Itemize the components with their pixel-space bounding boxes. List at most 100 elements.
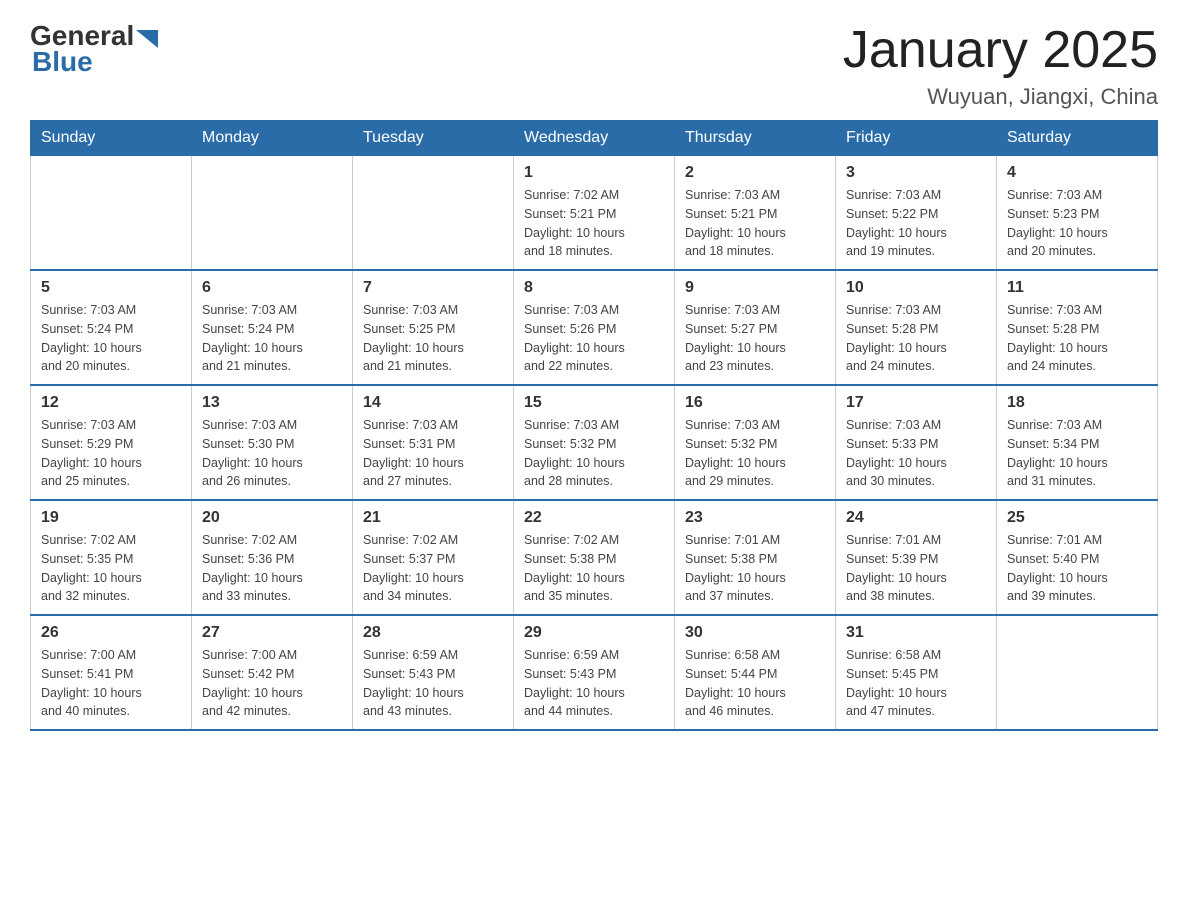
calendar-week-row: 12 Sunrise: 7:03 AM Sunset: 5:29 PM Dayli…	[31, 385, 1158, 500]
day-info: Sunrise: 7:03 AM Sunset: 5:32 PM Dayligh…	[524, 416, 664, 491]
day-info: Sunrise: 7:02 AM Sunset: 5:37 PM Dayligh…	[363, 531, 503, 606]
day-number: 8	[524, 279, 664, 297]
calendar-cell: 29 Sunrise: 6:59 AM Sunset: 5:43 PM Dayli…	[514, 615, 675, 730]
day-info: Sunrise: 7:03 AM Sunset: 5:31 PM Dayligh…	[363, 416, 503, 491]
day-number: 2	[685, 164, 825, 182]
calendar-cell: 25 Sunrise: 7:01 AM Sunset: 5:40 PM Dayli…	[997, 500, 1158, 615]
day-number: 20	[202, 509, 342, 527]
day-number: 29	[524, 624, 664, 642]
calendar-cell: 2Sunrise: 7:03 AM Sunset: 5:21 PM Daylig…	[675, 156, 836, 271]
day-info: Sunrise: 7:02 AM Sunset: 5:21 PM Dayligh…	[524, 186, 664, 261]
calendar-title-block: January 2025 Wuyuan, Jiangxi, China	[843, 20, 1158, 110]
calendar-cell: 13 Sunrise: 7:03 AM Sunset: 5:30 PM Dayli…	[192, 385, 353, 500]
calendar-cell: 5Sunrise: 7:03 AM Sunset: 5:24 PM Daylig…	[31, 270, 192, 385]
calendar-cell: 11 Sunrise: 7:03 AM Sunset: 5:28 PM Dayli…	[997, 270, 1158, 385]
weekday-header-saturday: Saturday	[997, 121, 1158, 156]
calendar-cell	[31, 156, 192, 271]
calendar-table: SundayMondayTuesdayWednesdayThursdayFrid…	[30, 120, 1158, 731]
day-number: 30	[685, 624, 825, 642]
calendar-cell	[353, 156, 514, 271]
weekday-header-monday: Monday	[192, 121, 353, 156]
calendar-cell: 10 Sunrise: 7:03 AM Sunset: 5:28 PM Dayli…	[836, 270, 997, 385]
calendar-cell: 26 Sunrise: 7:00 AM Sunset: 5:41 PM Dayli…	[31, 615, 192, 730]
day-info: Sunrise: 7:03 AM Sunset: 5:30 PM Dayligh…	[202, 416, 342, 491]
calendar-week-row: 19 Sunrise: 7:02 AM Sunset: 5:35 PM Dayli…	[31, 500, 1158, 615]
day-info: Sunrise: 6:59 AM Sunset: 5:43 PM Dayligh…	[363, 646, 503, 721]
day-info: Sunrise: 7:03 AM Sunset: 5:33 PM Dayligh…	[846, 416, 986, 491]
calendar-cell: 9Sunrise: 7:03 AM Sunset: 5:27 PM Daylig…	[675, 270, 836, 385]
calendar-cell: 4Sunrise: 7:03 AM Sunset: 5:23 PM Daylig…	[997, 156, 1158, 271]
day-info: Sunrise: 6:59 AM Sunset: 5:43 PM Dayligh…	[524, 646, 664, 721]
calendar-cell: 14 Sunrise: 7:03 AM Sunset: 5:31 PM Dayli…	[353, 385, 514, 500]
calendar-cell: 8 Sunrise: 7:03 AM Sunset: 5:26 PM Daylig…	[514, 270, 675, 385]
day-number: 14	[363, 394, 503, 412]
calendar-cell: 1 Sunrise: 7:02 AM Sunset: 5:21 PM Daylig…	[514, 156, 675, 271]
page-header: General Blue January 2025 Wuyuan, Jiangx…	[30, 20, 1158, 110]
calendar-cell: 15 Sunrise: 7:03 AM Sunset: 5:32 PM Dayli…	[514, 385, 675, 500]
day-info: Sunrise: 7:03 AM Sunset: 5:23 PM Dayligh…	[1007, 186, 1147, 261]
day-info: Sunrise: 7:01 AM Sunset: 5:39 PM Dayligh…	[846, 531, 986, 606]
day-number: 3	[846, 164, 986, 182]
day-number: 16	[685, 394, 825, 412]
day-number: 25	[1007, 509, 1147, 527]
day-number: 15	[524, 394, 664, 412]
day-number: 18	[1007, 394, 1147, 412]
calendar-week-row: 1 Sunrise: 7:02 AM Sunset: 5:21 PM Daylig…	[31, 156, 1158, 271]
logo: General Blue	[30, 20, 158, 78]
day-info: Sunrise: 7:03 AM Sunset: 5:26 PM Dayligh…	[524, 301, 664, 376]
day-number: 28	[363, 624, 503, 642]
day-info: Sunrise: 7:03 AM Sunset: 5:29 PM Dayligh…	[41, 416, 181, 491]
calendar-cell: 21 Sunrise: 7:02 AM Sunset: 5:37 PM Dayli…	[353, 500, 514, 615]
calendar-cell: 6 Sunrise: 7:03 AM Sunset: 5:24 PM Daylig…	[192, 270, 353, 385]
day-info: Sunrise: 7:01 AM Sunset: 5:38 PM Dayligh…	[685, 531, 825, 606]
day-number: 13	[202, 394, 342, 412]
day-number: 11	[1007, 279, 1147, 297]
day-info: Sunrise: 6:58 AM Sunset: 5:44 PM Dayligh…	[685, 646, 825, 721]
day-number: 26	[41, 624, 181, 642]
day-info: Sunrise: 7:03 AM Sunset: 5:28 PM Dayligh…	[846, 301, 986, 376]
day-number: 6	[202, 279, 342, 297]
day-number: 5	[41, 279, 181, 297]
logo-blue-text: Blue	[32, 46, 93, 78]
calendar-cell: 27Sunrise: 7:00 AM Sunset: 5:42 PM Dayli…	[192, 615, 353, 730]
day-info: Sunrise: 7:02 AM Sunset: 5:36 PM Dayligh…	[202, 531, 342, 606]
day-number: 1	[524, 164, 664, 182]
day-info: Sunrise: 7:03 AM Sunset: 5:24 PM Dayligh…	[202, 301, 342, 376]
weekday-header-thursday: Thursday	[675, 121, 836, 156]
calendar-cell: 17 Sunrise: 7:03 AM Sunset: 5:33 PM Dayli…	[836, 385, 997, 500]
calendar-cell: 19 Sunrise: 7:02 AM Sunset: 5:35 PM Dayli…	[31, 500, 192, 615]
day-info: Sunrise: 7:03 AM Sunset: 5:34 PM Dayligh…	[1007, 416, 1147, 491]
day-info: Sunrise: 7:02 AM Sunset: 5:35 PM Dayligh…	[41, 531, 181, 606]
day-number: 27	[202, 624, 342, 642]
weekday-header-tuesday: Tuesday	[353, 121, 514, 156]
day-info: Sunrise: 7:01 AM Sunset: 5:40 PM Dayligh…	[1007, 531, 1147, 606]
day-info: Sunrise: 7:03 AM Sunset: 5:22 PM Dayligh…	[846, 186, 986, 261]
calendar-subtitle: Wuyuan, Jiangxi, China	[843, 84, 1158, 110]
day-info: Sunrise: 7:03 AM Sunset: 5:28 PM Dayligh…	[1007, 301, 1147, 376]
day-info: Sunrise: 7:03 AM Sunset: 5:25 PM Dayligh…	[363, 301, 503, 376]
calendar-cell: 3 Sunrise: 7:03 AM Sunset: 5:22 PM Daylig…	[836, 156, 997, 271]
day-number: 17	[846, 394, 986, 412]
day-number: 7	[363, 279, 503, 297]
day-number: 31	[846, 624, 986, 642]
day-number: 19	[41, 509, 181, 527]
calendar-cell: 18 Sunrise: 7:03 AM Sunset: 5:34 PM Dayli…	[997, 385, 1158, 500]
calendar-cell: 31 Sunrise: 6:58 AM Sunset: 5:45 PM Dayli…	[836, 615, 997, 730]
day-number: 10	[846, 279, 986, 297]
calendar-cell: 30 Sunrise: 6:58 AM Sunset: 5:44 PM Dayli…	[675, 615, 836, 730]
calendar-cell: 7 Sunrise: 7:03 AM Sunset: 5:25 PM Daylig…	[353, 270, 514, 385]
day-number: 21	[363, 509, 503, 527]
calendar-cell: 12 Sunrise: 7:03 AM Sunset: 5:29 PM Dayli…	[31, 385, 192, 500]
calendar-cell: 22Sunrise: 7:02 AM Sunset: 5:38 PM Dayli…	[514, 500, 675, 615]
calendar-title: January 2025	[843, 20, 1158, 80]
weekday-header-row: SundayMondayTuesdayWednesdayThursdayFrid…	[31, 121, 1158, 156]
calendar-cell	[997, 615, 1158, 730]
day-number: 9	[685, 279, 825, 297]
day-info: Sunrise: 7:00 AM Sunset: 5:41 PM Dayligh…	[41, 646, 181, 721]
day-number: 23	[685, 509, 825, 527]
day-number: 24	[846, 509, 986, 527]
day-info: Sunrise: 6:58 AM Sunset: 5:45 PM Dayligh…	[846, 646, 986, 721]
calendar-cell: 24 Sunrise: 7:01 AM Sunset: 5:39 PM Dayli…	[836, 500, 997, 615]
weekday-header-wednesday: Wednesday	[514, 121, 675, 156]
day-number: 12	[41, 394, 181, 412]
